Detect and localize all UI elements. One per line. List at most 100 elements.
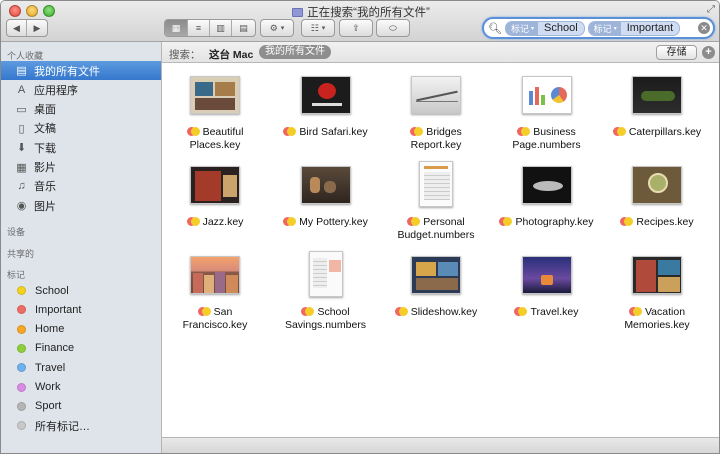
tag-color-icon (17, 421, 26, 431)
search-token-kind[interactable]: 标记 ▾ (588, 21, 621, 35)
thumbnail-detail (658, 260, 680, 275)
file-item[interactable]: San Francisco.key (161, 243, 269, 333)
file-item[interactable]: Bird Safari.key (272, 63, 380, 153)
tag-color-icon (17, 363, 26, 373)
file-item[interactable]: Recipes.key (603, 153, 711, 243)
file-item[interactable]: Caterpillars.key (603, 63, 711, 153)
back-button[interactable]: ◀ (7, 20, 27, 36)
thumbnail-detail (648, 173, 668, 193)
file-item[interactable]: School Savings.numbers (272, 243, 380, 333)
sidebar-item[interactable]: ▤ 我的所有文件 (1, 61, 161, 80)
tag-dots-icon (410, 127, 424, 136)
thumbnail-detail (438, 262, 458, 276)
add-criteria-button[interactable]: + (702, 46, 715, 59)
sidebar-item[interactable]: A 应用程序 (1, 80, 161, 99)
search-scope-label: 搜索： (169, 49, 201, 61)
file-name: Personal Budget.numbers (382, 216, 490, 242)
school-tag-dot (411, 217, 421, 226)
sidebar-tag-item[interactable]: Finance (1, 339, 161, 358)
file-item[interactable]: Beautiful Places.key (161, 63, 269, 153)
file-name: Recipes.key (603, 216, 711, 229)
all-files-icon: ▤ (16, 65, 27, 77)
sidebar-item[interactable]: ♫ 音乐 (1, 177, 161, 196)
coverflow-view-icon: ▤ (239, 22, 248, 33)
thumbnail-detail (204, 275, 214, 293)
thumbnail-detail (424, 166, 448, 169)
search-token-kind-label: 标记 (511, 23, 530, 34)
icon-view-button[interactable]: ▦ (165, 20, 188, 36)
scope-all-my-files[interactable]: 我的所有文件 (259, 45, 331, 59)
file-item[interactable]: Business Page.numbers (493, 63, 601, 153)
file-item[interactable]: Personal Budget.numbers (382, 153, 490, 243)
sidebar-tag-label: 所有标记… (35, 420, 90, 433)
icon-view-icon: ▦ (171, 22, 181, 33)
file-item[interactable]: Bridges Report.key (382, 63, 490, 153)
thumbnail-detail (424, 172, 450, 200)
sidebar-tag-item[interactable]: Work (1, 378, 161, 397)
sidebar-item[interactable]: ⬇ 下载 (1, 138, 161, 157)
thumbnail-detail (540, 275, 553, 285)
search-token-school[interactable]: 标记 ▾ School (505, 20, 585, 36)
coverflow-view-button[interactable]: ▤ (232, 20, 255, 36)
thumbnail-detail (226, 275, 238, 293)
file-item[interactable]: Vacation Memories.key (603, 243, 711, 333)
column-view-button[interactable]: ▥ (210, 20, 232, 36)
file-item[interactable]: Jazz.key (161, 153, 269, 243)
sidebar-tag-item[interactable]: School (1, 281, 161, 300)
sidebar-item[interactable]: ▯ 文稿 (1, 119, 161, 138)
sidebar-item[interactable]: ▦ 影片 (1, 158, 161, 177)
clear-search-button[interactable]: ✕ (698, 22, 710, 34)
save-search-button[interactable]: 存储 (656, 45, 697, 60)
downloads-icon: ⬇ (16, 142, 27, 155)
thumbnail-detail (534, 87, 539, 105)
fullscreen-icon[interactable]: ⤢ (707, 4, 715, 15)
search-field[interactable]: 🔍︎ 标记 ▾ School 标记 ▾ Important ✕ (482, 17, 715, 39)
file-name-line: My Pottery.key (299, 216, 368, 228)
file-name-line: Bird Safari.key (299, 126, 368, 138)
file-item[interactable]: Photography.key (493, 153, 601, 243)
sidebar-tag-item[interactable]: Home (1, 320, 161, 339)
file-grid: Beautiful Places.key Bird Safari.key Bridge… (161, 63, 719, 437)
arrange-menu-button[interactable]: ☷ ▾ (301, 19, 335, 37)
scope-this-mac[interactable]: 这台 Mac (209, 47, 253, 62)
action-menu-button[interactable]: ⚙ ▾ (260, 19, 294, 37)
file-item[interactable]: Slideshow.key (382, 243, 490, 333)
sidebar-tag-item[interactable]: 所有标记… (1, 416, 161, 435)
file-name-line: School (317, 306, 350, 318)
sidebar-tag-item[interactable]: Sport (1, 397, 161, 416)
sidebar-item-label: 音乐 (34, 181, 56, 194)
search-token-important[interactable]: 标记 ▾ Important (587, 20, 681, 36)
forward-button[interactable]: ▶ (27, 20, 47, 36)
school-tag-dot (632, 307, 642, 316)
sidebar-tag-label: Important (35, 303, 82, 316)
file-item[interactable]: My Pottery.key (272, 153, 380, 243)
thumbnail-detail (312, 258, 327, 288)
search-scope-bar: 搜索： 这台 Mac 我的所有文件 存储 + (162, 42, 719, 63)
tag-dots-icon (514, 307, 528, 316)
search-token-kind-label: 标记 (593, 23, 612, 34)
sidebar-tag-item[interactable]: Travel (1, 358, 161, 377)
sidebar-item[interactable]: ◉ 图片 (1, 196, 161, 215)
file-item[interactable]: Travel.key (493, 243, 601, 333)
arrange-button-face: ☷ ▾ (302, 20, 334, 36)
thumbnail-detail (193, 273, 203, 293)
list-view-button[interactable]: ≡ (188, 20, 210, 36)
tag-dots-icon (628, 307, 642, 316)
search-token-kind[interactable]: 标记 ▾ (506, 21, 539, 35)
file-name-line: Francisco.key (182, 319, 248, 331)
school-tag-dot (190, 217, 200, 226)
sidebar-tag-item[interactable]: Important (1, 300, 161, 319)
sidebar-item[interactable]: ▭ 桌面 (1, 100, 161, 119)
list-view-icon: ≡ (195, 23, 202, 33)
edit-tags-button[interactable]: ⬭ (376, 19, 410, 37)
file-name-line: Caterpillars.key (628, 126, 702, 138)
chevron-down-icon: ▾ (613, 25, 617, 32)
thumbnail-detail (195, 82, 213, 96)
school-tag-dot (287, 217, 297, 226)
sidebar-item-label: 影片 (34, 162, 56, 174)
share-button[interactable]: ⇪ (339, 19, 373, 37)
file-name: San Francisco.key (161, 306, 269, 332)
tag-dots-icon (197, 307, 211, 316)
documents-icon: ▯ (18, 122, 25, 135)
thumbnail-detail (636, 260, 656, 292)
